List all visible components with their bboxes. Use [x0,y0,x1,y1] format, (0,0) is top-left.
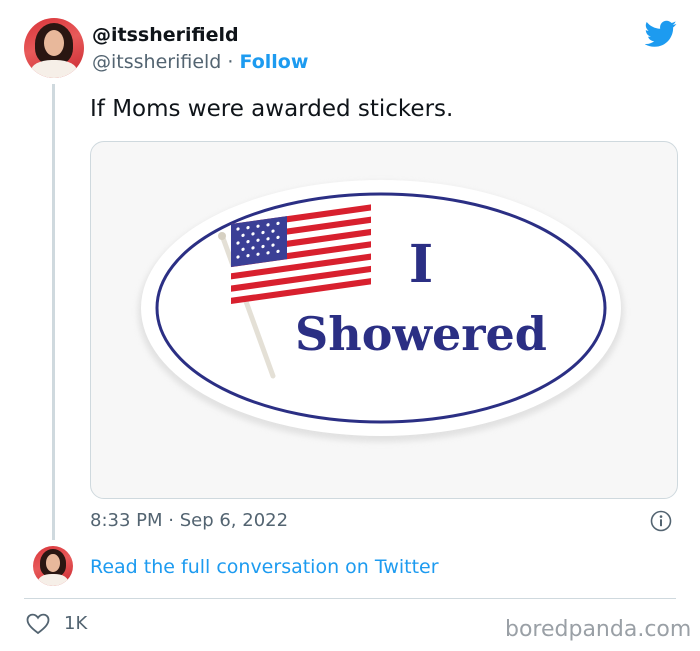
watermark: boredpanda.com [505,617,692,642]
follow-button[interactable]: Follow [240,51,309,73]
divider [24,598,676,599]
reply-avatar[interactable] [33,546,73,586]
read-conversation-link[interactable]: Read the full conversation on Twitter [90,556,439,578]
author-display-name[interactable]: @itssherifield [92,24,239,46]
author-handle[interactable]: @itssherifield [92,51,221,73]
thread-line [52,84,55,540]
author-handle-row: @itssherifield · Follow [92,51,308,73]
twitter-bird-icon[interactable] [645,20,677,48]
sticker-image: I Showered [138,180,624,442]
tweet-media-card[interactable]: I Showered [90,141,678,499]
info-icon[interactable] [650,510,672,532]
author-avatar[interactable] [24,18,84,78]
sticker-line-1: I [409,234,433,295]
tweet-text: If Moms were awarded stickers. [90,96,454,122]
sticker-line-2: Showered [295,307,547,361]
like-count: 1K [64,613,88,634]
separator-dot: · [227,51,234,73]
heart-icon[interactable] [26,613,50,635]
tweet-timestamp[interactable]: 8:33 PM · Sep 6, 2022 [90,510,288,531]
